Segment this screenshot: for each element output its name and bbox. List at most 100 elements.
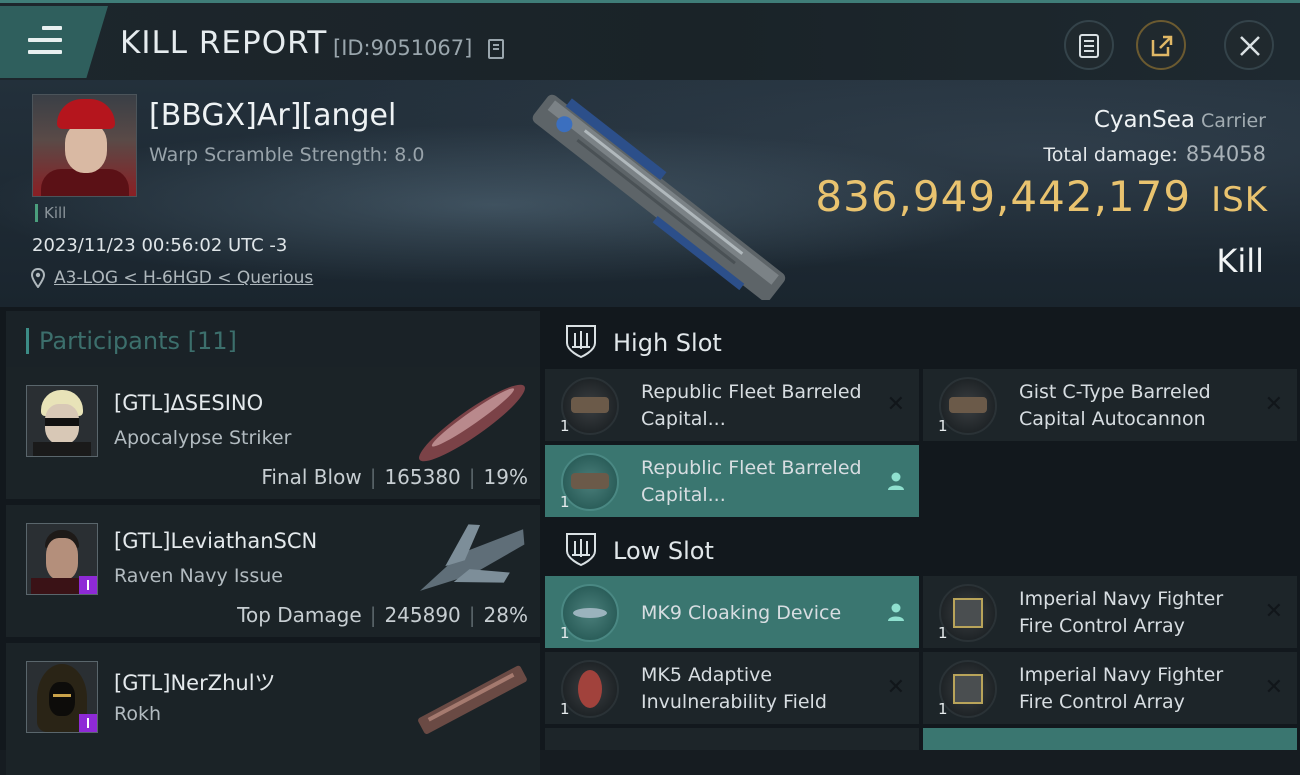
module-name: Republic Fleet Barreled Capital...	[641, 457, 862, 506]
module-name: MK5 Adaptive Invulnerability Field	[641, 664, 827, 713]
kill-tag: Kill	[35, 204, 66, 222]
participant-card[interactable]: [GTL]LeviathanSCN Raven Navy Issue Top D…	[6, 505, 540, 637]
participants-label: Participants [11]	[26, 328, 237, 354]
module-name: Republic Fleet Barreled Capital...	[641, 381, 862, 430]
participant-ship: Apocalypse Striker	[114, 427, 292, 449]
module-name: Imperial Navy Fighter Fire Control Array	[1019, 664, 1224, 713]
module-slot[interactable]: 1 Imperial Navy Fighter Fire Control Arr…	[923, 652, 1297, 724]
module-slot[interactable]	[545, 728, 919, 750]
module-name: MK9 Cloaking Device	[641, 602, 842, 624]
notes-button[interactable]	[1064, 20, 1114, 70]
share-icon	[1151, 35, 1173, 57]
dropped-person-icon	[888, 472, 904, 490]
low-slot-label: Low Slot	[613, 537, 714, 565]
module-slot[interactable]: 1 MK5 Adaptive Invulnerability Field ✕	[545, 652, 919, 724]
module-quantity: 1	[938, 700, 948, 718]
participant-avatar	[26, 661, 98, 733]
copy-icon[interactable]	[488, 39, 504, 59]
purple-badge-icon	[79, 714, 97, 732]
participant-percent: 28%	[483, 603, 528, 627]
participant-avatar	[26, 523, 98, 595]
total-damage-label: Total damage:	[1043, 144, 1178, 166]
module-slot[interactable]: 1 Gist C-Type Barreled Capital Autocanno…	[923, 369, 1297, 441]
destroyed-icon: ✕	[886, 675, 905, 700]
participant-avatar	[26, 385, 98, 457]
high-slot-label: High Slot	[613, 329, 722, 357]
fitting-panel: High Slot 1 Republic Fleet Barreled Capi…	[542, 307, 1300, 750]
close-button[interactable]	[1224, 20, 1274, 70]
purple-badge-icon	[79, 576, 97, 594]
isk-value: 836,949,442,179 ISK	[815, 172, 1268, 221]
module-quantity: 1	[938, 417, 948, 435]
participant-ship: Rokh	[114, 703, 162, 725]
high-slot-icon	[566, 325, 596, 359]
result-label: Kill	[1216, 242, 1264, 280]
menu-icon	[28, 26, 62, 62]
module-name: Imperial Navy Fighter Fire Control Array	[1019, 588, 1224, 637]
victim-portrait[interactable]	[32, 94, 137, 197]
participants-label-text: Participants	[39, 327, 180, 355]
autocannon-module-icon	[561, 453, 619, 511]
participant-damage: 165380	[384, 465, 461, 489]
notes-icon	[1079, 34, 1099, 58]
victim-ship-class: Carrier	[1201, 110, 1266, 132]
page-title: KILL REPORT	[120, 25, 328, 61]
module-slot[interactable]: 1 MK9 Cloaking Device	[545, 576, 919, 648]
module-quantity: 1	[560, 624, 570, 642]
participant-ship-image	[418, 665, 527, 735]
kill-timestamp: 2023/11/23 00:56:02 UTC -3	[32, 235, 288, 256]
victim-name: [BBGX]Ar][angel	[149, 98, 397, 133]
destroyed-icon: ✕	[1264, 599, 1283, 624]
module-quantity: 1	[560, 700, 570, 718]
participant-card[interactable]: [GTL]NerZhulツ Rokh	[6, 643, 540, 775]
participant-damage: 245890	[384, 603, 461, 627]
share-button[interactable]	[1136, 20, 1186, 70]
warp-scramble-strength: Warp Scramble Strength: 8.0	[149, 144, 425, 166]
total-damage: Total damage: 854058	[1043, 142, 1266, 166]
dropped-person-icon	[888, 603, 904, 621]
cloaking-device-icon	[561, 584, 619, 642]
fire-control-array-icon	[939, 584, 997, 642]
location-link[interactable]: A3-LOG < H-6HGD < Querious	[54, 268, 313, 288]
module-slot[interactable]: 1 Imperial Navy Fighter Fire Control Arr…	[923, 576, 1297, 648]
participant-role: Final Blow	[261, 465, 362, 489]
top-bar: KILL REPORT [ID:9051067]	[0, 0, 1300, 80]
low-slot-icon	[566, 533, 596, 567]
destroyed-icon: ✕	[1264, 675, 1283, 700]
module-slot[interactable]: 1 Republic Fleet Barreled Capital...	[545, 445, 919, 517]
participant-ship: Raven Navy Issue	[114, 565, 283, 587]
menu-button[interactable]	[0, 6, 108, 78]
participants-header: Participants [11]	[6, 311, 540, 369]
participant-stats: Final Blow | 165380 | 19%	[261, 465, 528, 489]
participants-count: [11]	[187, 327, 237, 355]
participant-name: [GTL]NerZhulツ	[114, 671, 276, 695]
participant-ship-image	[419, 384, 525, 462]
autocannon-module-icon	[939, 377, 997, 435]
total-damage-value: 854058	[1185, 142, 1266, 166]
victim-ship-name: CyanSea	[1093, 107, 1196, 133]
destroyed-icon: ✕	[886, 392, 905, 417]
participant-ship-image	[419, 524, 525, 591]
participant-name: [GTL]LeviathanSCN	[114, 529, 318, 553]
destroyed-icon: ✕	[1264, 392, 1283, 417]
report-id: [ID:9051067]	[333, 36, 473, 60]
location-pin-icon	[31, 268, 45, 288]
carrier-ship-image	[532, 94, 786, 300]
high-slot-header: High Slot	[542, 311, 1300, 369]
participant-card[interactable]: [GTL]ΔSESINO Apocalypse Striker Final Bl…	[6, 367, 540, 499]
module-name: Gist C-Type Barreled Capital Autocannon	[1019, 381, 1211, 430]
close-icon	[1240, 36, 1260, 56]
isk-unit: ISK	[1211, 180, 1268, 220]
participant-stats: Top Damage | 245890 | 28%	[237, 603, 528, 627]
victim-ship: CyanSea Carrier	[1094, 107, 1266, 133]
participants-panel: Participants [11] [GTL]ΔSESINO Apocalyps…	[0, 307, 542, 775]
isk-amount: 836,949,442,179	[815, 172, 1192, 221]
module-slot[interactable]: 1 Republic Fleet Barreled Capital... ✕	[545, 369, 919, 441]
invulnerability-field-icon	[561, 660, 619, 718]
participant-role: Top Damage	[237, 603, 362, 627]
module-quantity: 1	[938, 624, 948, 642]
autocannon-module-icon	[561, 377, 619, 435]
module-slot[interactable]	[923, 728, 1297, 750]
participant-name: [GTL]ΔSESINO	[114, 391, 264, 415]
module-quantity: 1	[560, 493, 570, 511]
